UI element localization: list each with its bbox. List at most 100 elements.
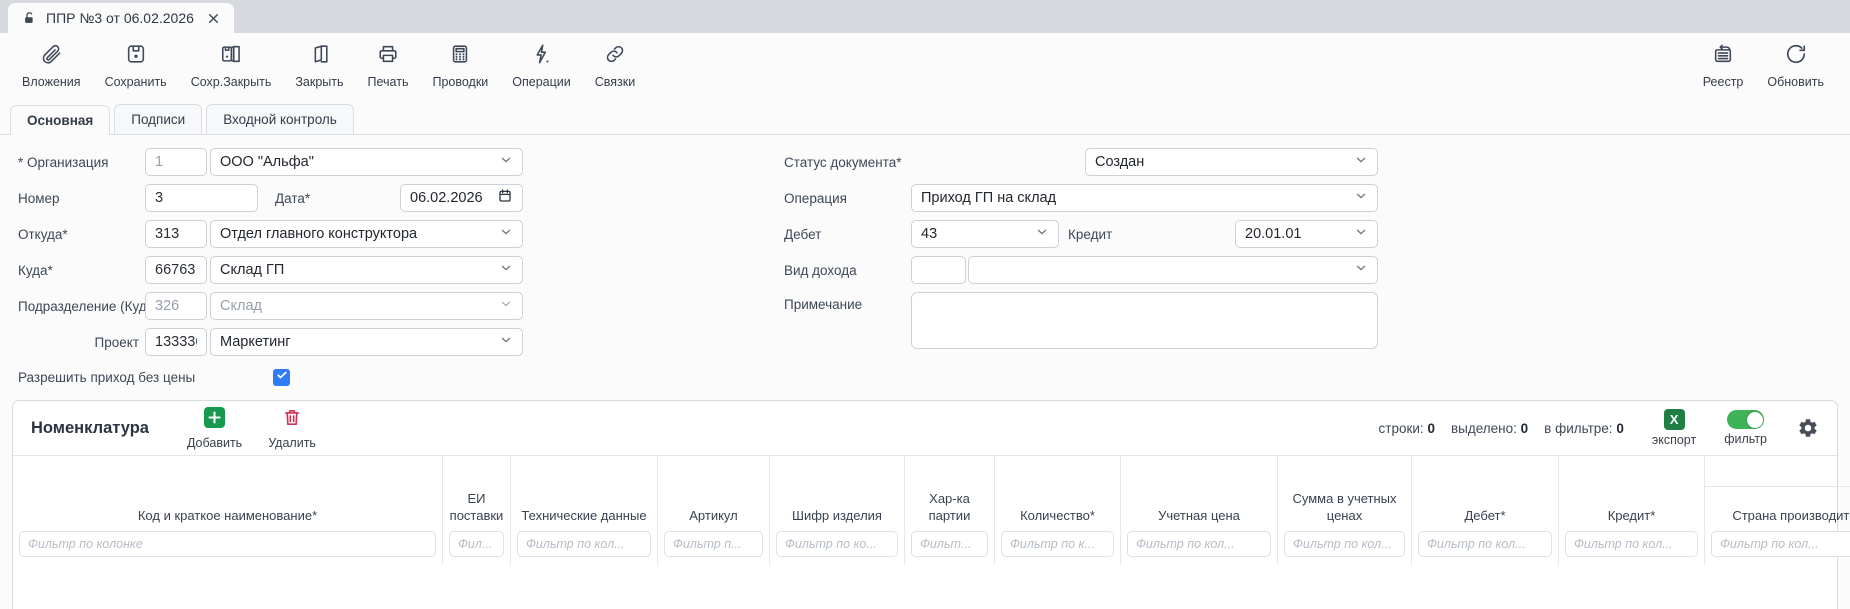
save-close-icon [220, 43, 242, 70]
filter-toggle[interactable]: фильтр [1724, 410, 1767, 446]
project-code-input[interactable] [145, 328, 207, 356]
status-select[interactable]: Создан [1085, 148, 1378, 176]
tab-signatures[interactable]: Подписи [114, 104, 202, 134]
add-row-button[interactable]: Добавить [187, 407, 242, 450]
selected-counter: выделено: 0 [1451, 421, 1528, 436]
chevron-down-icon [499, 333, 513, 352]
section-title: Номенклатура [31, 419, 149, 438]
add-label: Добавить [187, 436, 242, 450]
close-document-button[interactable]: Закрыть [283, 41, 355, 91]
main-form: * Организация ООО "Альфа" Номер Дата* 06… [0, 135, 1850, 386]
document-tabstrip: ППР №3 от 06.02.2026 [0, 0, 1850, 33]
column-filter-input[interactable] [517, 531, 651, 557]
tab-incoming-control[interactable]: Входной контроль [206, 104, 354, 134]
export-button[interactable]: X экспорт [1652, 409, 1696, 447]
income-type-select[interactable] [968, 256, 1378, 284]
chevron-down-icon [1354, 225, 1368, 244]
chevron-down-icon [499, 225, 513, 244]
column-batch-char: Хар-ка партии [905, 456, 995, 565]
column-filter-input[interactable] [1284, 531, 1405, 557]
from-code-input[interactable] [145, 220, 207, 248]
income-type-code-input[interactable] [911, 256, 966, 284]
lightning-dropdown-icon [531, 43, 553, 70]
save-icon [125, 43, 147, 70]
column-filter-input[interactable] [449, 531, 504, 557]
registry-button[interactable]: Реестр [1691, 41, 1756, 91]
organization-value: ООО "Альфа" [220, 154, 499, 170]
column-filter-input[interactable] [1001, 531, 1114, 557]
debit-select[interactable]: 43 [911, 220, 1059, 248]
table-counters: строки: 0 выделено: 0 в фильтре: 0 [1379, 421, 1624, 436]
date-input[interactable]: 06.02.2026 [400, 184, 523, 212]
column-filter-input[interactable] [1418, 531, 1552, 557]
project-label: Проект [18, 335, 145, 350]
gear-icon[interactable] [1797, 417, 1819, 439]
subdivision-select[interactable]: Склад [210, 292, 523, 320]
tab-main[interactable]: Основная [10, 105, 110, 135]
column-credit: Кредит* [1559, 456, 1705, 565]
refresh-icon [1785, 43, 1807, 70]
organization-label: * Организация [18, 155, 145, 170]
chevron-down-icon [499, 153, 513, 172]
column-debit: Дебет* [1412, 456, 1559, 565]
to-label: Куда* [18, 263, 145, 278]
allow-no-price-row: Разрешить приход без цены [18, 368, 1850, 386]
column-filter-input[interactable] [776, 531, 898, 557]
close-icon[interactable] [207, 12, 220, 25]
chevron-down-icon [1035, 225, 1049, 244]
operation-value: Приход ГП на склад [921, 190, 1354, 206]
debit-credit-row: Дебет 43 Кредит 20.01.01 [784, 220, 1378, 248]
links-button[interactable]: Связки [583, 41, 647, 91]
door-icon [308, 43, 330, 70]
chevron-down-icon [499, 261, 513, 280]
from-select[interactable]: Отдел главного конструктора [210, 220, 523, 248]
column-tech-data: Технические данные [511, 456, 658, 565]
credit-select[interactable]: 20.01.01 [1235, 220, 1378, 248]
paperclip-icon [40, 43, 62, 70]
income-type-row: Вид дохода [784, 256, 1378, 284]
subdivision-code-input[interactable] [145, 292, 207, 320]
operation-row: Операция Приход ГП на склад [784, 184, 1378, 212]
delete-row-button[interactable]: Удалить [268, 407, 316, 450]
check-icon [276, 368, 288, 386]
refresh-button[interactable]: Обновить [1755, 41, 1836, 91]
toolbar-label: Печать [368, 75, 409, 89]
chevron-down-icon [1354, 189, 1368, 208]
attachments-button[interactable]: Вложения [10, 41, 93, 91]
postings-button[interactable]: Проводки [420, 41, 500, 91]
printer-icon [377, 43, 399, 70]
subdivision-label: Подразделение (Куд... [18, 299, 145, 314]
calculator-icon [449, 43, 471, 70]
status-value: Создан [1095, 154, 1354, 170]
column-country: Страна производителя [1705, 456, 1850, 565]
organization-code-input[interactable] [145, 148, 207, 176]
date-label: Дата* [275, 191, 400, 206]
number-input[interactable] [145, 184, 258, 212]
export-label: экспорт [1652, 433, 1696, 447]
column-filter-input[interactable] [1711, 531, 1850, 557]
operations-button[interactable]: Операции [500, 41, 582, 91]
table-body-empty[interactable] [13, 565, 1837, 609]
column-filter-input[interactable] [1127, 531, 1271, 557]
column-filter-input[interactable] [1565, 531, 1698, 557]
column-filter-input[interactable] [911, 531, 988, 557]
save-button[interactable]: Сохранить [93, 41, 179, 91]
operation-select[interactable]: Приход ГП на склад [911, 184, 1378, 212]
organization-select[interactable]: ООО "Альфа" [210, 148, 523, 176]
toolbar: Вложения Сохранить Сохр.Закрыть Закрыть [0, 33, 1850, 96]
column-filter-input[interactable] [19, 531, 436, 557]
project-value: Маркетинг [220, 334, 499, 350]
column-filter-input[interactable] [664, 531, 763, 557]
to-code-input[interactable] [145, 256, 207, 284]
document-tab[interactable]: ППР №3 от 06.02.2026 [8, 3, 234, 33]
project-select[interactable]: Маркетинг [210, 328, 523, 356]
number-label: Номер [18, 191, 145, 206]
from-value: Отдел главного конструктора [220, 226, 499, 242]
note-textarea[interactable] [911, 292, 1378, 349]
link-icon [604, 43, 626, 70]
lock-open-icon [22, 11, 37, 26]
save-close-button[interactable]: Сохр.Закрыть [179, 41, 284, 91]
print-button[interactable]: Печать [356, 41, 421, 91]
to-select[interactable]: Склад ГП [210, 256, 523, 284]
allow-no-price-checkbox[interactable] [273, 369, 290, 386]
